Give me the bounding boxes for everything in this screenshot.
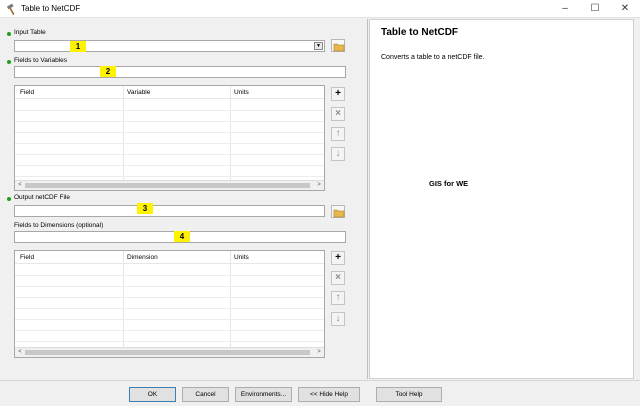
scroll-right-icon[interactable]: > xyxy=(314,181,324,190)
scroll-left-icon[interactable]: < xyxy=(15,348,25,357)
environments-button[interactable]: Environments... xyxy=(235,387,292,402)
horizontal-scrollbar[interactable]: < > xyxy=(15,180,324,190)
help-title: Table to NetCDF xyxy=(381,27,459,38)
browse-table-button[interactable] xyxy=(331,39,345,52)
annotation-badge-2: 2 xyxy=(100,66,116,77)
column-header-units: Units xyxy=(234,89,249,96)
button-bar: OK Cancel Environments... << Hide Help T… xyxy=(0,380,640,406)
variables-table-header: Field Variable Units xyxy=(15,86,324,99)
minimize-button[interactable]: – xyxy=(550,0,580,18)
annotation-badge-3: 3 xyxy=(137,203,153,214)
output-file-field[interactable] xyxy=(14,205,325,217)
column-header-variable: Variable xyxy=(127,89,151,96)
watermark-text: GIS for WE xyxy=(429,179,469,188)
add-row-button[interactable]: + xyxy=(331,87,345,101)
input-table-label: Input Table xyxy=(14,29,46,36)
column-header-dimension: Dimension xyxy=(127,254,158,261)
hide-help-button[interactable]: << Hide Help xyxy=(298,387,360,402)
hammer-icon xyxy=(6,3,15,15)
fields-to-variables-label: Fields to Variables xyxy=(14,57,67,64)
remove-row-button[interactable]: × xyxy=(331,107,345,121)
help-scrollbar[interactable] xyxy=(634,19,640,379)
fields-to-variables-field[interactable] xyxy=(14,66,346,78)
required-indicator-icon xyxy=(7,60,11,64)
scroll-right-icon[interactable]: > xyxy=(314,348,324,357)
move-down-button[interactable]: ↓ xyxy=(331,312,345,326)
tool-form: Input Table ▼ 1 Fields to Variables 2 Fi… xyxy=(0,19,358,379)
required-indicator-icon xyxy=(7,32,11,36)
move-up-button[interactable]: ↑ xyxy=(331,291,345,305)
maximize-button[interactable]: ☐ xyxy=(580,0,610,18)
fields-to-dimensions-label: Fields to Dimensions (optional) xyxy=(14,222,104,229)
remove-row-button[interactable]: × xyxy=(331,271,345,285)
column-header-units: Units xyxy=(234,254,249,261)
dimensions-table[interactable]: Field Dimension Units < > xyxy=(14,250,325,358)
move-up-button[interactable]: ↑ xyxy=(331,127,345,141)
folder-icon xyxy=(333,43,345,52)
help-panel: Table to NetCDF Converts a table to a ne… xyxy=(369,19,634,379)
tool-help-button[interactable]: Tool Help xyxy=(376,387,442,402)
required-indicator-icon xyxy=(7,197,11,201)
dimensions-table-header: Field Dimension Units xyxy=(15,251,324,264)
input-table-combo[interactable]: ▼ xyxy=(14,40,325,52)
ok-button[interactable]: OK xyxy=(129,387,176,402)
browse-output-button[interactable] xyxy=(331,205,345,218)
cancel-button[interactable]: Cancel xyxy=(182,387,229,402)
panel-splitter[interactable] xyxy=(358,19,368,379)
horizontal-scrollbar[interactable]: < > xyxy=(15,347,324,357)
scroll-thumb[interactable] xyxy=(25,350,310,355)
title-bar: Table to NetCDF – ☐ ✕ xyxy=(0,0,640,18)
column-header-field: Field xyxy=(20,254,35,261)
window-title: Table to NetCDF xyxy=(21,4,81,13)
scroll-thumb[interactable] xyxy=(25,183,310,188)
annotation-badge-4: 4 xyxy=(174,231,190,242)
dropdown-arrow-icon[interactable]: ▼ xyxy=(314,42,323,50)
scroll-left-icon[interactable]: < xyxy=(15,181,25,190)
output-file-label: Output netCDF File xyxy=(14,194,70,201)
annotation-badge-1: 1 xyxy=(70,41,86,52)
help-description: Converts a table to a netCDF file. xyxy=(381,54,485,61)
close-button[interactable]: ✕ xyxy=(610,0,640,18)
column-header-field: Field xyxy=(20,89,35,96)
move-down-button[interactable]: ↓ xyxy=(331,147,345,161)
variables-table[interactable]: Field Variable Units < > xyxy=(14,85,325,191)
folder-icon xyxy=(333,209,345,218)
add-row-button[interactable]: + xyxy=(331,251,345,265)
